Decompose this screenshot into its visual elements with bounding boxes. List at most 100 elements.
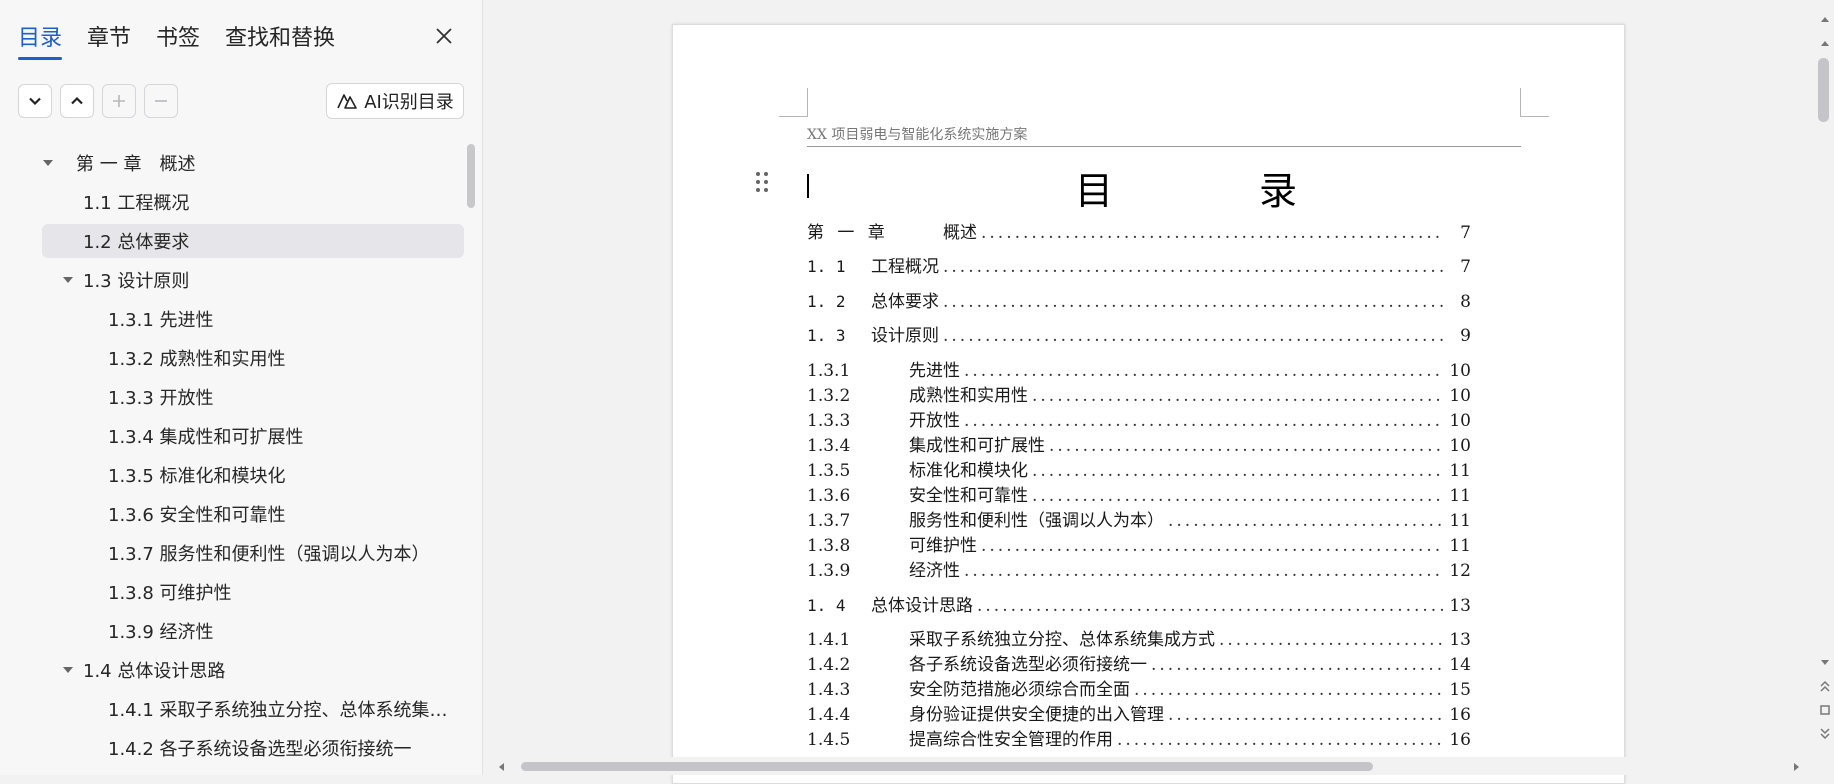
toc-entry[interactable]: 第 一 章 概述 7 [807,218,1471,243]
tab-find-replace[interactable]: 查找和替换 [225,20,335,52]
toc-leader [1168,705,1443,725]
toc-entry-title: 安全防范措施必须综合而全面 [909,680,1130,700]
toc-entry[interactable]: 1.3.1 先进性 10 [807,356,1471,381]
tree-item[interactable]: 1.3.8 可维护性 [42,575,464,609]
tab-sections[interactable]: 章节 [87,20,131,52]
tree-item[interactable]: 1.3.5 标准化和模块化 [42,458,464,492]
toc-entry[interactable]: 1.3.4 集成性和可扩展性 10 [807,431,1471,456]
close-icon[interactable] [432,24,456,48]
ai-recognize-toc-button[interactable]: AI识别目录 [326,83,464,119]
toc-entry-page: 13 [1449,630,1471,650]
tree-item[interactable]: 1.1 工程概况 [42,185,464,219]
tree-item-label: 1.3.7 服务性和便利性（强调以人为本） [108,544,430,565]
scroll-up-icon[interactable] [1819,14,1831,26]
toc-tree: 第 一 章 概述 1.1 工程概况 1.2 总体要求 1.3 设计原则 1.3.… [0,142,470,775]
toc-entry[interactable]: 1.3.3 开放性 10 [807,406,1471,431]
select-browse-object-icon[interactable] [1819,704,1831,716]
scroll-up-icon[interactable] [1819,38,1831,50]
toc-entry-number: 1.4.2 [807,655,851,675]
toc-entry-title: 各子系统设备选型必须衔接统一 [909,655,1147,675]
tree-item[interactable]: 1.3.9 经济性 [42,614,464,648]
toc-leader [964,411,1443,431]
tree-item-selected[interactable]: 1.2 总体要求 [42,224,464,258]
tree-item[interactable]: 1.4.2 各子系统设备选型必须衔接统一 [42,731,464,765]
toc-entry-number: 1.3.9 [807,561,851,581]
caret-down-icon[interactable] [42,157,54,169]
toc-entry-page: 11 [1449,486,1471,506]
add-heading-button[interactable] [102,84,136,118]
toc-entry[interactable]: 1. 3 设计原则 9 [807,321,1471,346]
tree-item[interactable]: 1.4.1 采取子系统独立分控、总体系统集… [42,692,464,726]
crop-mark [1520,88,1549,117]
toc-leader [981,536,1443,556]
tree-item[interactable]: 1.3.6 安全性和可靠性 [42,497,464,531]
toc-entry-title: 服务性和便利性（强调以人为本） [909,511,1164,531]
caret-down-icon[interactable] [62,664,74,676]
toc-entry[interactable]: 1.4.3 安全防范措施必须综合而全面 15 [807,675,1471,700]
scroll-right-icon[interactable] [1790,761,1802,773]
ai-button-label: AI识别目录 [364,92,454,113]
tree-item[interactable]: 1.3.1 先进性 [42,302,464,336]
navigation-pane: 目录 章节 书签 查找和替换 AI识别目录 第 一 章 概述 1.1 工程概况 … [0,0,483,775]
toc-entry-title: 总体设计思路 [871,596,973,616]
toc-entry[interactable]: 1. 1 工程概况 7 [807,252,1471,277]
tree-item-label: 1.3.4 集成性和可扩展性 [108,427,304,448]
toc-entry-title: 安全性和可靠性 [909,486,1028,506]
tab-toc[interactable]: 目录 [18,20,63,60]
scroll-down-icon[interactable] [1819,656,1831,668]
toc-entry[interactable]: 1.4.5 提高综合性安全管理的作用 16 [807,725,1471,750]
toc-entry[interactable]: 1.4.1 采取子系统独立分控、总体系统集成方式 13 [807,625,1471,650]
toc-entry[interactable]: 1.3.5 标准化和模块化 11 [807,456,1471,481]
tree-item-label: 第 一 章 概述 [76,154,196,175]
vertical-scroll-thumb[interactable] [1818,58,1829,122]
tree-item[interactable]: 第 一 章 概述 [42,146,464,180]
toc-entry[interactable]: 1.4.4 身份验证提供安全便捷的出入管理 16 [807,700,1471,725]
horizontal-scroll-thumb[interactable] [521,762,1373,771]
toc-entry-page: 7 [1460,257,1471,277]
toc-entry-number: 1.4.3 [807,680,851,700]
toc-entry-page: 8 [1460,292,1471,312]
toc-entry-page: 13 [1449,596,1471,616]
page-header: XX 项目弱电与智能化系统实施方案 [807,124,1521,147]
tree-item-label: 1.4.1 采取子系统独立分控、总体系统集… [108,700,448,721]
drag-handle-icon[interactable] [754,170,770,194]
toc-entry[interactable]: 1.3.2 成熟性和实用性 10 [807,381,1471,406]
toc-entry-number: 1. 4 [807,596,846,615]
toc-entry-number: 1.3.3 [807,411,851,431]
toc-leader [1168,511,1443,531]
tab-bookmarks[interactable]: 书签 [156,20,200,52]
tree-item[interactable]: 1.3.4 集成性和可扩展性 [42,419,464,453]
toc-entry-page: 9 [1460,326,1471,346]
tree-item-label: 1.3 设计原则 [83,271,190,292]
chevron-up-icon [71,96,83,105]
toc-entry-page: 16 [1449,705,1471,725]
toc-entry-number: 1. 1 [807,257,846,276]
tree-scrollbar[interactable] [467,144,475,208]
toc-entry[interactable]: 1.3.8 可维护性 11 [807,531,1471,556]
toc-entry[interactable]: 1.4.2 各子系统设备选型必须衔接统一 14 [807,650,1471,675]
toc-entry[interactable]: 1.3.9 经济性 12 [807,556,1471,581]
toc-entry-title: 可维护性 [909,536,977,556]
tree-item[interactable]: 1.3.3 开放性 [42,380,464,414]
expand-all-button[interactable] [18,84,52,118]
toc-leader [1032,461,1443,481]
tree-item-label: 1.1 工程概况 [83,193,190,214]
collapse-all-button[interactable] [60,84,94,118]
toc-entry-page: 10 [1449,411,1471,431]
toc-entry[interactable]: 1.3.7 服务性和便利性（强调以人为本） 11 [807,506,1471,531]
previous-page-icon[interactable] [1819,680,1831,692]
toc-leader [977,596,1443,616]
next-page-icon[interactable] [1819,728,1831,740]
toc-entry[interactable]: 1. 2 总体要求 8 [807,287,1471,312]
tree-item[interactable]: 1.3 设计原则 [42,263,464,297]
tree-item[interactable]: 1.4 总体设计思路 [42,653,464,687]
tree-item[interactable]: 1.3.7 服务性和便利性（强调以人为本） [42,536,464,570]
caret-down-icon[interactable] [62,274,74,286]
scroll-left-icon[interactable] [496,761,508,773]
remove-heading-button[interactable] [144,84,178,118]
toc-entry[interactable]: 1.3.6 安全性和可靠性 11 [807,481,1471,506]
toc-entry-page: 10 [1449,386,1471,406]
tree-item[interactable]: 1.3.2 成熟性和实用性 [42,341,464,375]
toc-entry-number: 第 一 章 [807,223,889,243]
toc-entry[interactable]: 1. 4 总体设计思路 13 [807,591,1471,616]
